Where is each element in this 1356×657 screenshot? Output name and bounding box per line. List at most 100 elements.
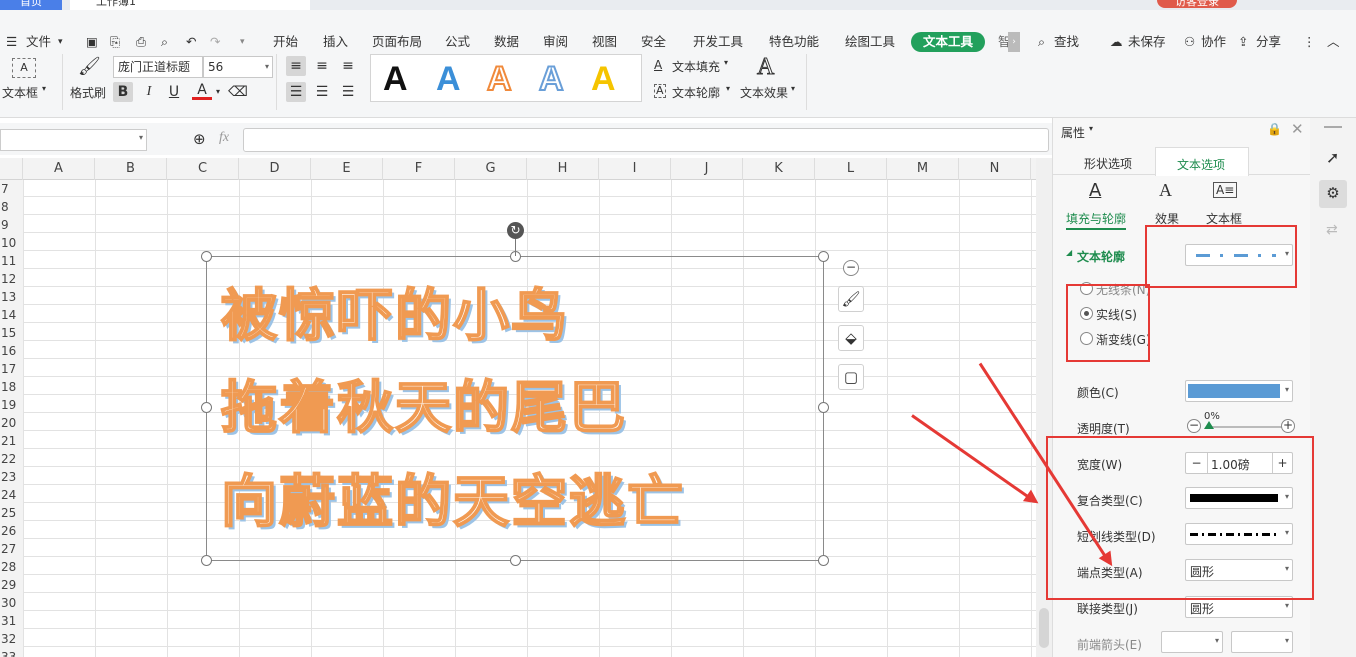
format-painter-icon[interactable]: 🖌: [78, 57, 101, 77]
text-line-3[interactable]: 向蔚蓝的天空逃亡: [220, 457, 685, 538]
row-header[interactable]: 13: [0, 288, 23, 306]
row-header[interactable]: 16: [0, 342, 23, 360]
lock-icon[interactable]: 🔒: [1267, 122, 1282, 136]
menu-home[interactable]: 开始: [273, 32, 298, 52]
eraser-icon[interactable]: ⌫: [228, 82, 248, 102]
column-header[interactable]: K: [743, 158, 815, 180]
collab-button[interactable]: 协作: [1201, 32, 1226, 52]
text-style-black[interactable]: A: [383, 59, 408, 99]
text-style-blue[interactable]: A: [436, 59, 461, 99]
column-header[interactable]: G: [455, 158, 527, 180]
row-header[interactable]: 10: [0, 234, 23, 252]
effect-icon[interactable]: A: [1159, 180, 1172, 201]
text-effect-button[interactable]: 文本效果: [740, 84, 788, 101]
text-effect-icon[interactable]: A: [756, 54, 774, 81]
row-header[interactable]: 27: [0, 540, 23, 558]
text-fill-chevron-icon[interactable]: ▾: [724, 58, 728, 67]
column-header[interactable]: L: [815, 158, 887, 180]
row-header[interactable]: 12: [0, 270, 23, 288]
row-header[interactable]: 32: [0, 630, 23, 648]
menu-special[interactable]: 特色功能: [769, 32, 819, 52]
textbox-chevron-icon[interactable]: ▾: [42, 84, 46, 93]
align-bottom-icon[interactable]: ≡: [338, 56, 358, 76]
section-text-outline[interactable]: 文本轮廓: [1077, 248, 1125, 265]
row-header[interactable]: 9: [0, 216, 23, 234]
brush-icon[interactable]: 🖌: [838, 286, 864, 312]
export-icon[interactable]: ⎘: [110, 32, 120, 52]
column-header[interactable]: H: [527, 158, 599, 180]
row-header[interactable]: 21: [0, 432, 23, 450]
tab-workbook[interactable]: 工作簿1: [70, 0, 310, 10]
share-button[interactable]: 分享: [1256, 32, 1281, 52]
row-header[interactable]: 30: [0, 594, 23, 612]
chevron-down-icon[interactable]: ▾: [58, 32, 63, 52]
undo-icon[interactable]: ↶: [186, 32, 196, 52]
menu-view[interactable]: 视图: [592, 32, 617, 52]
transparency-slider[interactable]: [1206, 426, 1282, 428]
save-icon[interactable]: ▣: [86, 32, 98, 52]
login-button[interactable]: 访客登录: [1157, 0, 1237, 8]
row-header[interactable]: 25: [0, 504, 23, 522]
row-header[interactable]: 22: [0, 450, 23, 468]
format-painter-label[interactable]: 格式刷: [70, 84, 106, 101]
search-icon[interactable]: ⌕: [1038, 32, 1045, 52]
resize-handle-se[interactable]: [818, 555, 829, 566]
menu-data[interactable]: 数据: [494, 32, 519, 52]
menu-drawing-tools[interactable]: 绘图工具: [845, 32, 895, 52]
row-header[interactable]: 11: [0, 252, 23, 270]
bold-button[interactable]: B: [113, 82, 133, 102]
row-header[interactable]: 24: [0, 486, 23, 504]
text-style-blue-outline[interactable]: A: [538, 59, 565, 99]
zoom-icon[interactable]: ⊕: [193, 130, 206, 148]
text-outline-icon[interactable]: A: [654, 84, 666, 98]
row-header[interactable]: 20: [0, 414, 23, 432]
text-fill-button[interactable]: 文本填充: [672, 58, 720, 75]
row-header[interactable]: 17: [0, 360, 23, 378]
text-outline-button[interactable]: 文本轮廓: [672, 84, 720, 101]
column-header[interactable]: N: [959, 158, 1031, 180]
resize-handle-e[interactable]: [818, 402, 829, 413]
menu-formula[interactable]: 公式: [445, 32, 470, 52]
align-top-icon[interactable]: ≡: [286, 56, 306, 76]
print-icon[interactable]: ⎙: [136, 32, 146, 52]
textbox-label[interactable]: 文本框: [2, 84, 38, 101]
subtab-fill-outline[interactable]: 填充与轮廓: [1066, 210, 1126, 227]
resize-handle-nw[interactable]: [201, 251, 212, 262]
row-header[interactable]: 29: [0, 576, 23, 594]
drag-handle-icon[interactable]: [1324, 126, 1342, 128]
text-fill-icon[interactable]: A: [654, 58, 662, 72]
italic-button[interactable]: I: [139, 82, 159, 102]
row-header[interactable]: 23: [0, 468, 23, 486]
row-header[interactable]: 31: [0, 612, 23, 630]
text-effect-chevron-icon[interactable]: ▾: [791, 84, 795, 93]
hamburger-icon[interactable]: ☰: [6, 32, 17, 52]
properties-sliders-icon[interactable]: ⚙: [1319, 180, 1347, 208]
section-expand-icon[interactable]: ◢: [1066, 248, 1072, 257]
text-line-1[interactable]: 被惊吓的小鸟: [220, 271, 569, 352]
collapse-icon[interactable]: −: [843, 260, 859, 276]
search-label[interactable]: 查找: [1054, 32, 1079, 52]
text-box-shape[interactable]: 被惊吓的小鸟 拖着秋天的尾巴 向蔚蓝的天空逃亡: [206, 256, 824, 561]
row-header[interactable]: 18: [0, 378, 23, 396]
row-header[interactable]: 33: [0, 648, 23, 657]
column-header[interactable]: F: [383, 158, 455, 180]
menu-security[interactable]: 安全: [641, 32, 666, 52]
begin-arrow-size-combo[interactable]: ▾: [1231, 631, 1293, 653]
row-header[interactable]: 19: [0, 396, 23, 414]
row-header[interactable]: 26: [0, 522, 23, 540]
menu-text-tools[interactable]: 文本工具: [911, 32, 986, 52]
preview-icon[interactable]: ⌕: [161, 32, 168, 52]
textbox-icon[interactable]: A: [12, 58, 36, 78]
font-size-combo[interactable]: 56 ▾: [203, 56, 273, 78]
rotate-handle-icon[interactable]: ↻: [507, 222, 524, 239]
scroll-thumb[interactable]: [1039, 608, 1049, 648]
unsaved-label[interactable]: 未保存: [1128, 32, 1166, 52]
align-left-icon[interactable]: ☰: [286, 82, 306, 102]
menu-insert[interactable]: 插入: [323, 32, 348, 52]
begin-arrow-type-combo[interactable]: ▾: [1161, 631, 1223, 653]
column-header[interactable]: E: [311, 158, 383, 180]
color-combo[interactable]: ▾: [1185, 380, 1293, 402]
redo-icon[interactable]: ↷: [210, 32, 220, 52]
select-all-corner[interactable]: [0, 158, 23, 180]
resize-handle-w[interactable]: [201, 402, 212, 413]
